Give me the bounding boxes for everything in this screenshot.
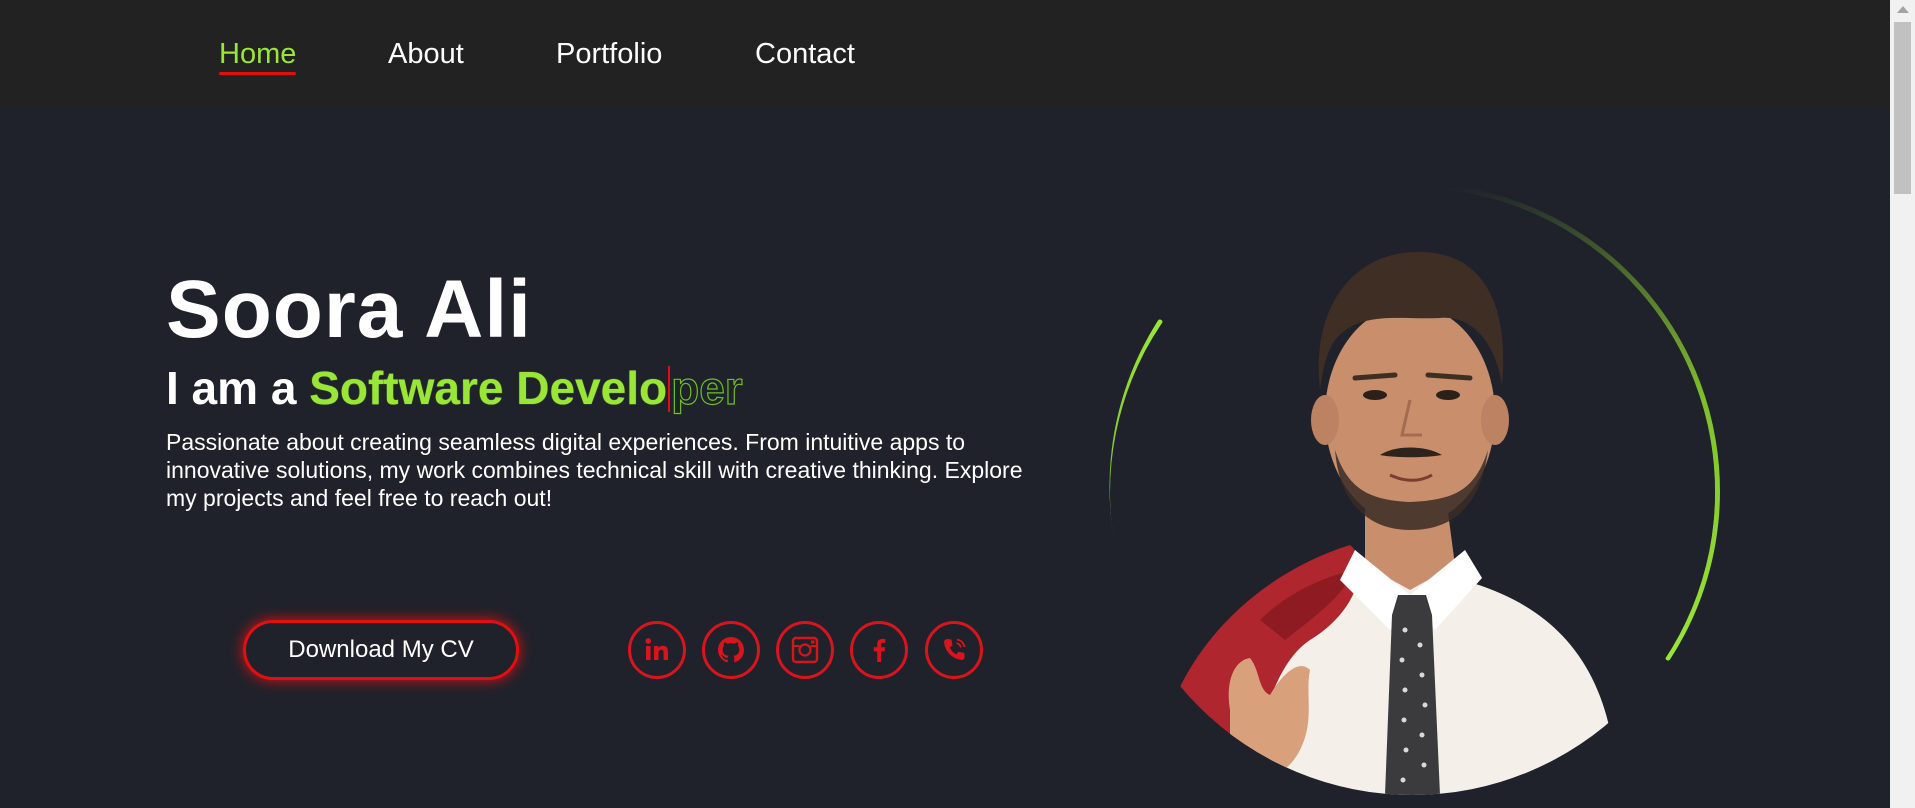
linkedin-icon	[642, 635, 672, 665]
role-prefix: I am a	[166, 362, 310, 414]
scrollbar-thumb[interactable]	[1894, 22, 1911, 194]
facebook-icon	[864, 635, 894, 665]
github-icon	[715, 634, 747, 666]
active-nav-underline	[219, 72, 297, 75]
typing-cursor	[668, 366, 671, 412]
hero-role: I am a Software Developer	[166, 361, 744, 414]
phone-link[interactable]	[925, 621, 983, 679]
nav-item-contact[interactable]: Contact	[755, 37, 855, 71]
download-cv-button[interactable]: Download My CV	[243, 620, 519, 680]
github-link[interactable]	[702, 621, 760, 679]
nav-item-home-label: Home	[219, 38, 297, 70]
vertical-scrollbar[interactable]	[1890, 0, 1915, 808]
page: Home About Portfolio Contact Soora Ali I…	[0, 0, 1915, 808]
facebook-link[interactable]	[850, 621, 908, 679]
profile-photo	[1110, 190, 1715, 795]
hero-description: Passionate about creating seamless digit…	[166, 429, 1023, 511]
role-untyped-text: per	[671, 361, 744, 414]
nav-item-about[interactable]: About	[388, 37, 464, 71]
navbar: Home About Portfolio Contact	[0, 0, 1890, 106]
instagram-link[interactable]	[776, 621, 834, 679]
scroll-up-arrow-icon[interactable]	[1897, 6, 1909, 13]
nav-item-portfolio[interactable]: Portfolio	[556, 37, 662, 71]
instagram-icon	[790, 635, 820, 665]
phone-icon	[939, 635, 969, 665]
portrait-container	[1100, 180, 1730, 808]
role-typed-text: Software Develo	[309, 362, 668, 414]
person-illustration	[1170, 251, 1620, 795]
hero-name: Soora Ali	[166, 264, 532, 355]
nav-item-home[interactable]: Home	[219, 37, 297, 75]
linkedin-link[interactable]	[628, 621, 686, 679]
